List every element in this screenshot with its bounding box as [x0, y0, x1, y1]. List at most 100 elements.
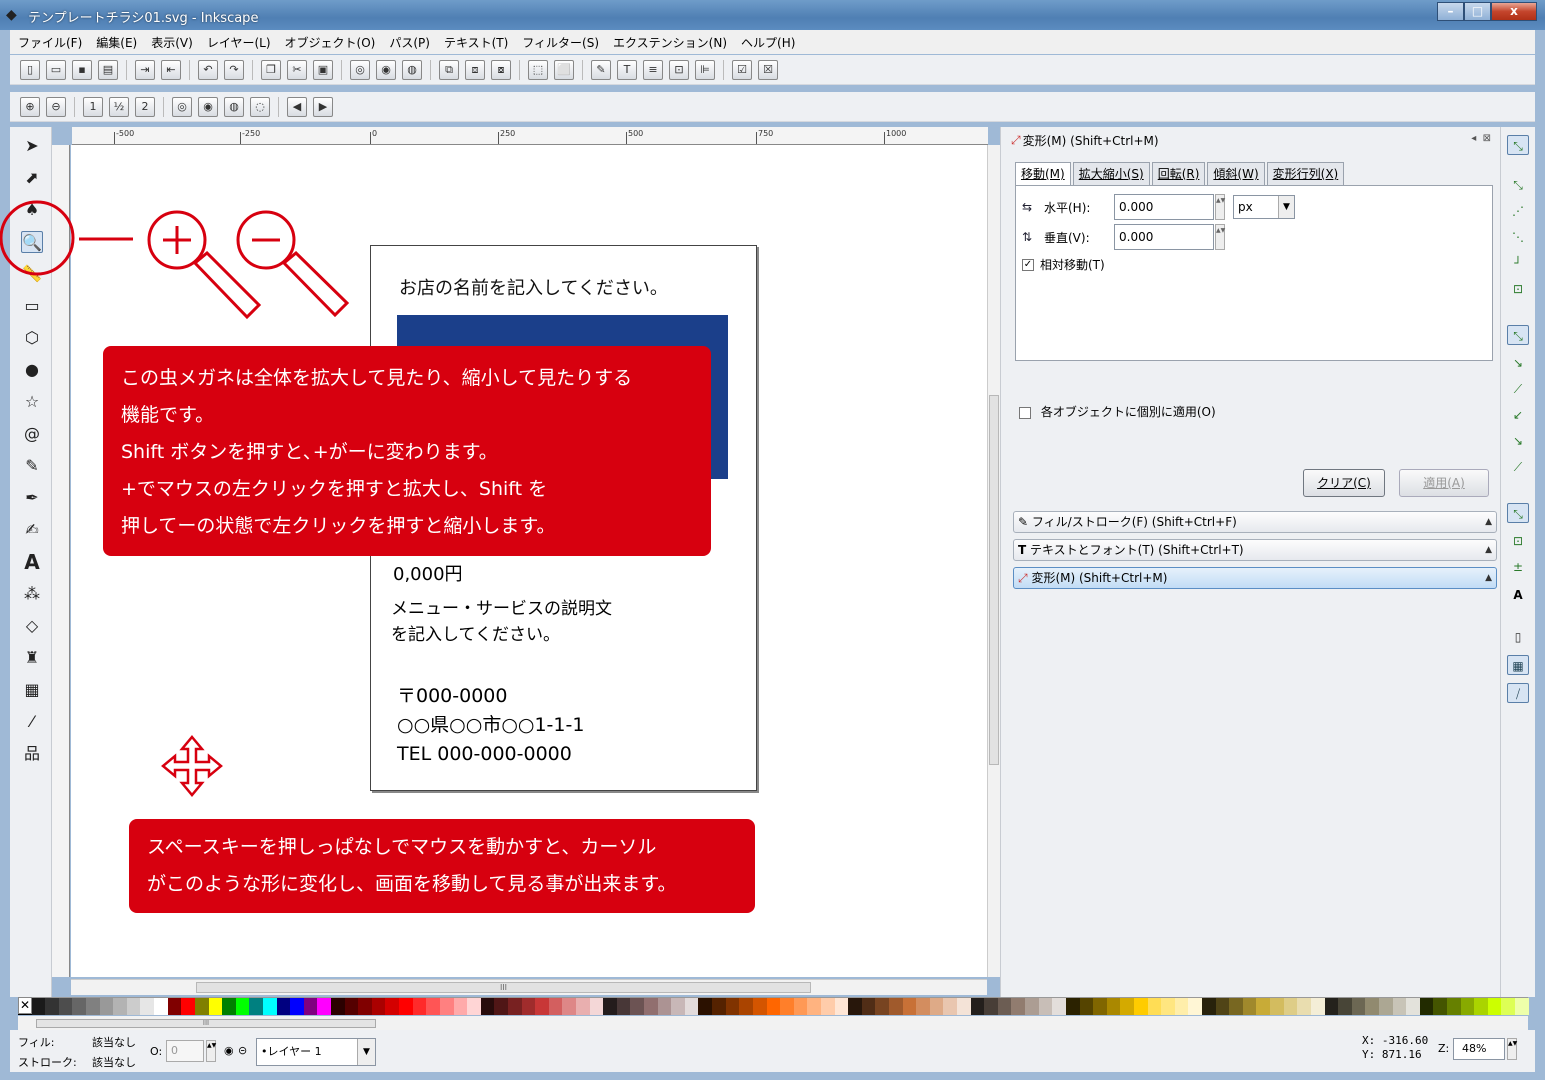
- color-swatch[interactable]: [439, 998, 454, 1015]
- transform-dock-tab[interactable]: ⤢ 変形(M) (Shift+Ctrl+M) ▲: [1013, 567, 1497, 589]
- color-swatch[interactable]: [766, 998, 781, 1015]
- bucket-fill-tool-icon[interactable]: ♜: [21, 647, 43, 669]
- color-swatch[interactable]: [1378, 998, 1393, 1015]
- layer-select[interactable]: •レイヤー 1 ▼: [256, 1038, 376, 1066]
- zoom-previous-icon[interactable]: ◀: [287, 96, 307, 117]
- color-swatch[interactable]: [480, 998, 495, 1015]
- import-icon[interactable]: ⇥: [135, 59, 155, 80]
- zoom-fit-width-icon[interactable]: ◌: [250, 96, 270, 117]
- pen-tool-icon[interactable]: ✒: [21, 487, 43, 509]
- snap-rotation-center-icon[interactable]: ±: [1507, 557, 1529, 577]
- color-swatch[interactable]: [222, 998, 236, 1015]
- color-swatch[interactable]: [1106, 998, 1121, 1015]
- color-swatch[interactable]: [1038, 998, 1053, 1015]
- copy-icon[interactable]: ❐: [261, 59, 281, 80]
- color-swatch[interactable]: [889, 998, 903, 1015]
- zoom-out-icon[interactable]: ⊖: [46, 96, 66, 117]
- zoom-input[interactable]: 48%: [1453, 1038, 1505, 1060]
- color-swatch[interactable]: [1161, 998, 1175, 1015]
- tab-scale[interactable]: 拡大縮小(S): [1072, 162, 1150, 185]
- selector-tool-icon[interactable]: ➤: [21, 135, 43, 157]
- duplicate-icon[interactable]: ⧉: [439, 59, 459, 80]
- color-swatch[interactable]: [1365, 998, 1379, 1015]
- color-swatch[interactable]: [494, 998, 508, 1015]
- snap-enable-icon[interactable]: ⤡: [1507, 135, 1529, 155]
- color-swatch[interactable]: [262, 998, 277, 1015]
- color-swatch[interactable]: [126, 998, 141, 1015]
- color-swatch[interactable]: [739, 998, 753, 1015]
- fill-stroke-dock-tab[interactable]: ✎ フィル/ストローク(F) (Shift+Ctrl+F) ▲: [1013, 511, 1497, 533]
- preferences-icon[interactable]: ☑: [732, 59, 752, 80]
- unlink-clone-icon[interactable]: ⧇: [491, 59, 511, 80]
- color-swatch[interactable]: [916, 998, 930, 1015]
- canvas-vertical-scrollbar[interactable]: [987, 145, 1000, 977]
- snap-guide-icon[interactable]: ⧸: [1507, 683, 1529, 703]
- color-swatch[interactable]: [752, 998, 767, 1015]
- snap-nodes-icon[interactable]: ⤡: [1507, 325, 1529, 345]
- color-swatch[interactable]: [1392, 998, 1407, 1015]
- vertical-spin-button[interactable]: ▲▼: [1215, 224, 1225, 250]
- zoom-fit-selection-icon[interactable]: ◎: [172, 96, 192, 117]
- zoom-spin-button[interactable]: ▲▼: [1507, 1038, 1517, 1060]
- snap-others-icon[interactable]: ⤡: [1507, 503, 1529, 523]
- color-swatch[interactable]: [807, 998, 821, 1015]
- menu-object[interactable]: オブジェクト(O): [285, 34, 376, 51]
- tab-matrix[interactable]: 変形行列(X): [1266, 162, 1345, 185]
- color-swatch[interactable]: [1025, 998, 1039, 1015]
- maximize-button[interactable]: □: [1464, 2, 1491, 21]
- color-swatch[interactable]: [99, 998, 114, 1015]
- color-swatch[interactable]: [303, 998, 318, 1015]
- menu-extensions[interactable]: エクステンション(N): [613, 34, 727, 51]
- menu-description-text[interactable]: メニュー・サービスの説明文 を記入してください。: [391, 596, 612, 648]
- color-swatch[interactable]: [929, 998, 944, 1015]
- align-icon[interactable]: ⊫: [695, 59, 715, 80]
- paste-icon[interactable]: ▣: [313, 59, 333, 80]
- calligraphy-tool-icon[interactable]: ✍: [21, 519, 43, 541]
- snap-path-icon[interactable]: ↘: [1507, 353, 1529, 373]
- color-swatch[interactable]: [698, 998, 713, 1015]
- opacity-spin-button[interactable]: ▲▼: [206, 1040, 216, 1062]
- relative-move-row[interactable]: ✓ 相対移動(T): [1022, 256, 1105, 273]
- close-button[interactable]: x: [1491, 2, 1537, 21]
- price-text[interactable]: 0,000円: [393, 560, 463, 586]
- color-swatch[interactable]: [684, 998, 699, 1015]
- scroll-thumb[interactable]: III: [196, 982, 811, 993]
- color-swatch[interactable]: [317, 998, 332, 1015]
- color-swatch[interactable]: [1188, 998, 1203, 1015]
- color-swatch[interactable]: [548, 998, 563, 1015]
- color-swatch[interactable]: [1215, 998, 1230, 1015]
- color-swatch[interactable]: [385, 998, 400, 1015]
- color-swatch[interactable]: [1052, 998, 1066, 1015]
- color-swatch[interactable]: [371, 998, 386, 1015]
- color-swatch[interactable]: [1147, 998, 1162, 1015]
- color-swatch[interactable]: [1229, 998, 1243, 1015]
- color-swatch[interactable]: [1406, 998, 1420, 1015]
- color-swatch[interactable]: [31, 998, 46, 1015]
- snap-cusp-icon[interactable]: ↙: [1507, 405, 1529, 425]
- menu-file[interactable]: ファイル(F): [18, 34, 82, 51]
- color-swatch[interactable]: [1120, 998, 1134, 1015]
- zoom-fit-page-icon[interactable]: ◍: [224, 96, 244, 117]
- address-block[interactable]: 〒000-0000 ○○県○○市○○1-1-1 TEL 000-000-0000: [397, 682, 584, 769]
- menu-edit[interactable]: 編集(E): [96, 34, 137, 51]
- horizontal-spin-button[interactable]: ▲▼: [1215, 194, 1225, 220]
- color-swatch[interactable]: [1133, 998, 1148, 1015]
- zoom-1-1-icon[interactable]: 1: [83, 96, 103, 117]
- fill-value[interactable]: 該当なし: [92, 1034, 136, 1050]
- color-swatch[interactable]: [208, 998, 223, 1015]
- color-swatch[interactable]: [249, 998, 263, 1015]
- scroll-thumb[interactable]: III: [36, 1019, 376, 1028]
- menu-layer[interactable]: レイヤー(L): [207, 34, 271, 51]
- color-swatch[interactable]: [1065, 998, 1080, 1015]
- color-swatch[interactable]: [657, 998, 672, 1015]
- color-swatch[interactable]: [167, 998, 182, 1015]
- color-swatch[interactable]: [1501, 998, 1516, 1015]
- expand-icon[interactable]: ▲: [1485, 512, 1492, 532]
- palette-scrollbar[interactable]: III: [18, 1016, 1528, 1030]
- color-swatch[interactable]: [535, 998, 549, 1015]
- export-icon[interactable]: ⇤: [161, 59, 181, 80]
- color-swatch[interactable]: [997, 998, 1012, 1015]
- color-swatch[interactable]: [1419, 998, 1434, 1015]
- color-swatch[interactable]: [426, 998, 440, 1015]
- clone-icon[interactable]: ⧈: [465, 59, 485, 80]
